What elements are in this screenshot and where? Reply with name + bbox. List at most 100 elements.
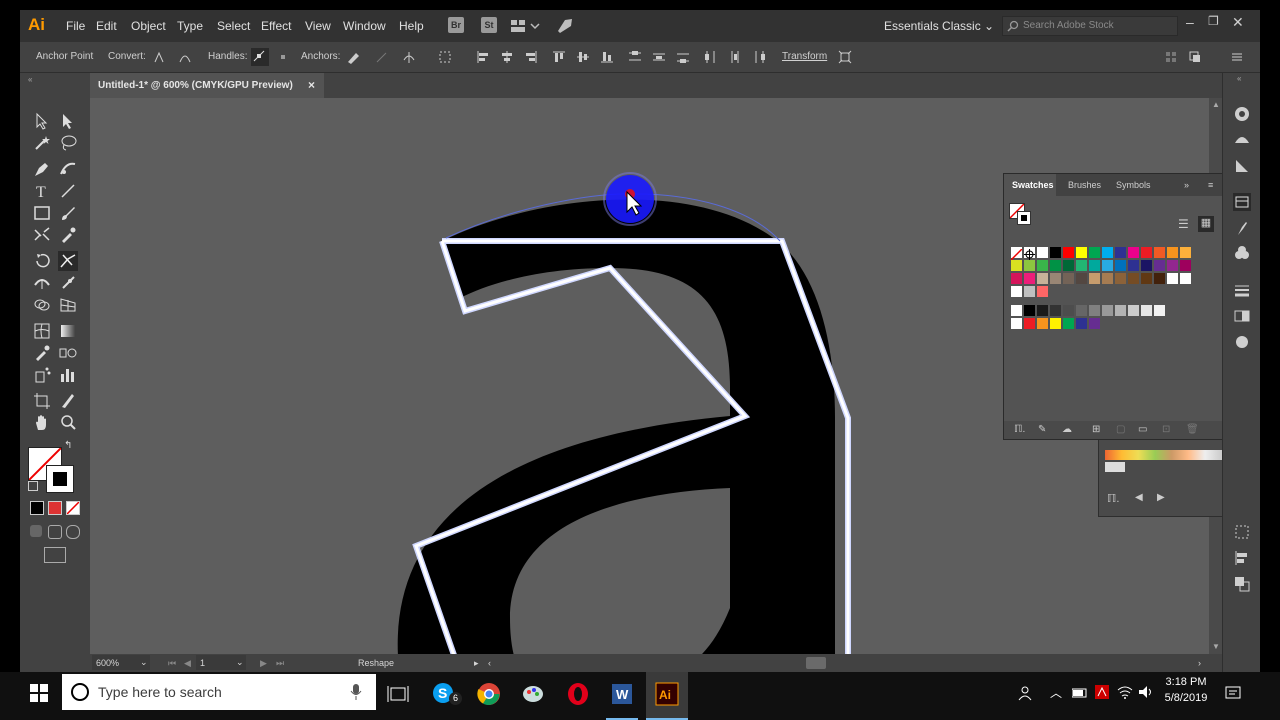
swatch[interactable] <box>1128 247 1139 258</box>
hide-handles-icon[interactable] <box>276 50 290 64</box>
acrobat-tray-icon[interactable] <box>1094 684 1110 705</box>
swatch[interactable] <box>1050 318 1061 329</box>
lasso-tool-icon[interactable] <box>58 133 78 153</box>
new-color-group-icon[interactable]: ▢ <box>1116 424 1125 435</box>
puppet-warp-tool-icon[interactable] <box>58 273 78 293</box>
document-tab[interactable]: Untitled-1* @ 600% (CMYK/GPU Preview) × <box>90 73 324 98</box>
list-view-icon[interactable]: ☰ <box>1178 217 1189 231</box>
swatch[interactable] <box>1141 260 1152 271</box>
stock-button[interactable]: St <box>481 17 497 33</box>
swatch[interactable] <box>1128 273 1139 284</box>
cut-path-icon[interactable] <box>402 50 416 64</box>
swatch[interactable] <box>1011 305 1022 316</box>
swatch[interactable] <box>1076 273 1087 284</box>
maximize-button[interactable]: ❐ <box>1208 14 1219 28</box>
thumbnail-view-icon[interactable]: ▦ <box>1198 216 1214 232</box>
gradient-mode-button[interactable] <box>48 501 62 515</box>
color-guide-icon[interactable] <box>1233 131 1251 149</box>
eyedropper-small-tool-icon[interactable] <box>58 225 78 245</box>
new-swatch-icon[interactable]: ⊡ <box>1162 424 1170 435</box>
close-tab-icon[interactable]: × <box>308 78 315 92</box>
swatch[interactable] <box>1024 286 1035 297</box>
tab-brushes[interactable]: Brushes <box>1068 180 1101 190</box>
libraries-icon[interactable]: ℿ. <box>1107 492 1119 505</box>
remove-anchor-icon[interactable] <box>346 50 360 64</box>
swatch[interactable] <box>1154 247 1165 258</box>
appearance-panel-icon[interactable] <box>1233 333 1251 351</box>
swatch[interactable] <box>1167 247 1178 258</box>
distribute-left-icon[interactable] <box>704 50 718 64</box>
battery-icon[interactable] <box>1071 686 1088 704</box>
swatch[interactable] <box>1063 305 1074 316</box>
swatch[interactable] <box>1102 305 1113 316</box>
swatch[interactable] <box>1024 273 1035 284</box>
show-swatch-kinds-icon[interactable]: ☁ <box>1062 424 1072 435</box>
pen-tool-icon[interactable] <box>32 159 52 179</box>
stock-search-input[interactable]: Search Adobe Stock <box>1002 16 1178 36</box>
perspective-grid-tool-icon[interactable] <box>58 295 78 315</box>
mesh-tool-icon[interactable] <box>32 321 52 341</box>
swatch[interactable] <box>1128 305 1139 316</box>
swatch[interactable] <box>1011 260 1022 271</box>
transform-link[interactable]: Transform <box>782 51 827 62</box>
horizontal-scroll-thumb[interactable] <box>806 657 826 669</box>
swatch[interactable] <box>1050 305 1061 316</box>
menu-view[interactable]: View <box>305 19 331 33</box>
stroke-color-swatch[interactable] <box>46 465 74 493</box>
swatch[interactable] <box>1063 318 1074 329</box>
tab-symbols[interactable]: Symbols <box>1116 180 1151 190</box>
swatch[interactable] <box>1063 273 1074 284</box>
swatch[interactable] <box>1180 247 1191 258</box>
swatch[interactable] <box>1010 247 1023 261</box>
swatch[interactable] <box>1180 260 1191 271</box>
volume-icon[interactable] <box>1138 684 1154 705</box>
next-icon[interactable]: ▶ <box>1157 492 1165 503</box>
action-center-icon[interactable] <box>1224 684 1242 707</box>
column-graph-tool-icon[interactable] <box>58 365 78 385</box>
swatch[interactable] <box>1024 318 1035 329</box>
paint-icon[interactable] <box>521 682 545 706</box>
menu-edit[interactable]: Edit <box>96 19 117 33</box>
color-mode-button[interactable] <box>30 501 44 515</box>
status-menu-icon[interactable]: ▸ <box>474 658 479 669</box>
paintbrush-tool-icon[interactable] <box>58 203 78 223</box>
swatch[interactable] <box>1063 247 1074 258</box>
align-center-icon[interactable] <box>500 50 514 64</box>
magic-wand-tool-icon[interactable] <box>32 133 52 153</box>
minimize-button[interactable]: – <box>1186 14 1194 30</box>
slice-tool-icon[interactable] <box>58 391 78 411</box>
hand-tool-icon[interactable] <box>32 413 52 433</box>
line-segment-tool-icon[interactable] <box>58 181 78 201</box>
menu-object[interactable]: Object <box>131 19 166 33</box>
swatch[interactable] <box>1102 247 1113 258</box>
swatch[interactable] <box>1115 247 1126 258</box>
system-clock[interactable]: 3:18 PM 5/8/2019 <box>1160 676 1212 704</box>
draw-inside-icon[interactable] <box>66 525 80 539</box>
previous-icon[interactable]: ◀ <box>1135 492 1143 503</box>
next-artboard-icon[interactable]: ▶ <box>260 658 267 669</box>
swatch[interactable] <box>1102 273 1113 284</box>
symbol-sprayer-tool-icon[interactable] <box>32 365 52 385</box>
width-tool-icon[interactable] <box>32 273 52 293</box>
transform-panel-icon[interactable] <box>1233 575 1251 593</box>
close-window-button[interactable]: ✕ <box>1232 14 1244 31</box>
convert-corner-icon[interactable] <box>152 50 166 64</box>
align-top-icon[interactable] <box>552 50 566 64</box>
zoom-tool-icon[interactable] <box>58 413 78 433</box>
arrange-icon[interactable] <box>1188 50 1202 64</box>
panel-menu-icon[interactable] <box>1230 50 1244 64</box>
swatch[interactable] <box>1115 273 1126 284</box>
rotate-tool-icon[interactable] <box>32 251 52 271</box>
swatch[interactable] <box>1050 260 1061 271</box>
swatch[interactable] <box>1180 273 1191 284</box>
draw-normal-icon[interactable] <box>30 525 42 537</box>
selection-tool-icon[interactable] <box>32 111 52 131</box>
isolate-icon[interactable] <box>438 50 466 64</box>
expand-panels-icon[interactable]: « <box>1237 74 1241 83</box>
chrome-icon[interactable] <box>477 682 501 706</box>
swatch[interactable] <box>1063 260 1074 271</box>
grid-icon[interactable] <box>1164 50 1178 64</box>
swap-fill-stroke-icon[interactable]: ↰ <box>64 440 72 451</box>
last-artboard-icon[interactable]: ⏭ <box>276 658 284 669</box>
tab-swatches[interactable]: Swatches <box>1012 180 1054 190</box>
